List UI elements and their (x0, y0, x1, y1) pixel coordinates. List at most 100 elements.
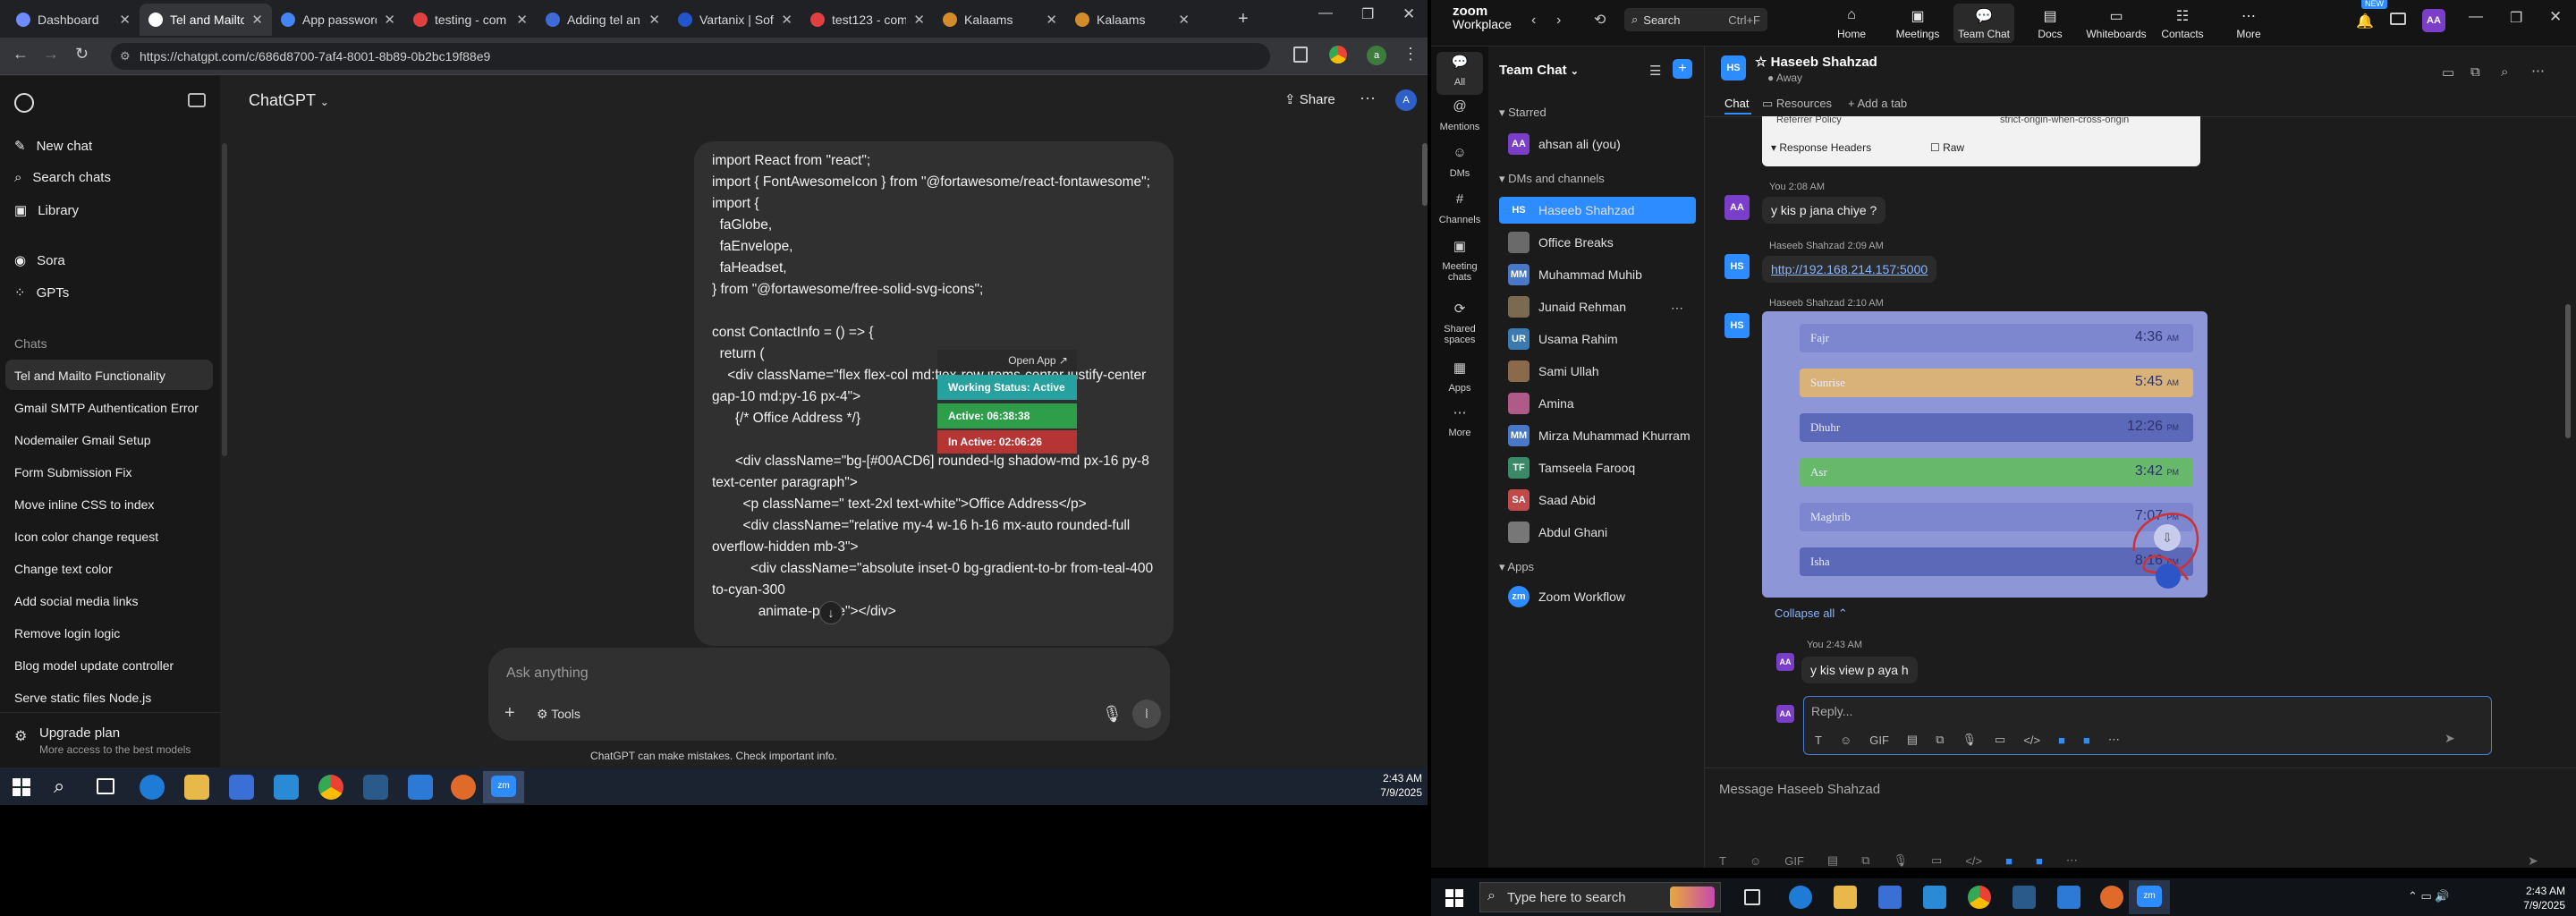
search-chats-button[interactable]: ⌕ Search chats (14, 170, 111, 185)
tab-close-icon[interactable]: ✕ (1178, 12, 1190, 28)
browser-tab[interactable]: Vartanix | Sof ✕ (669, 4, 801, 36)
contact-item[interactable]: Sami Ullah (1499, 358, 1696, 385)
sora-button[interactable]: ◉ Sora (14, 252, 65, 269)
chat-history-item[interactable]: Remove login logic (14, 626, 120, 640)
zoom-taskbar-active[interactable]: zm (483, 771, 524, 803)
code-icon[interactable]: </> (1965, 854, 1982, 868)
dms-heading[interactable]: ▾ DMs and channels (1499, 172, 1605, 186)
voice-mode-icon[interactable]: ⦚ (1132, 700, 1161, 728)
contact-item[interactable]: Amina (1499, 390, 1696, 417)
chat-history-item[interactable]: Icon color change request (14, 530, 158, 544)
browser-tab[interactable]: test123 - com ✕ (801, 4, 934, 36)
topnav-home[interactable]: ⌂ Home (1821, 7, 1882, 40)
chat-history-item[interactable]: Serve static files Node.js (14, 691, 151, 705)
starred-self-item[interactable]: AA ahsan ali (you) (1499, 131, 1696, 157)
topnav-contacts[interactable]: ☷ Contacts (2152, 7, 2213, 40)
chrome-taskbar-icon[interactable] (1968, 886, 1991, 909)
format-text-icon[interactable]: T (1719, 854, 1726, 868)
zoom-search-field[interactable]: ⌕ Search Ctrl+F (1624, 8, 1767, 31)
user-avatar[interactable]: AA (2422, 9, 2445, 32)
vscode-icon[interactable] (408, 775, 433, 800)
windows-start-icon[interactable] (1445, 889, 1463, 907)
message-bubble[interactable]: y kis view p aya h (1801, 657, 1918, 683)
mail-icon[interactable] (1923, 886, 1946, 909)
browser-tab[interactable]: Kalaams ✕ (934, 4, 1066, 36)
chrome-icon[interactable] (1329, 46, 1347, 64)
topnav-more[interactable]: ⋯ More (2218, 7, 2279, 40)
close-window-button[interactable]: ✕ (2549, 8, 2562, 26)
browser-tab[interactable]: App password ✕ (272, 4, 404, 36)
team-chat-title[interactable]: Team Chat ⌄ (1499, 63, 1579, 78)
audio-icon[interactable]: 🎙 (1962, 733, 1978, 747)
chat-history-item[interactable]: Blog model update controller (14, 658, 174, 673)
task-view-icon[interactable] (97, 778, 114, 794)
chat-history-item[interactable]: Move inline CSS to index (14, 497, 154, 512)
file-explorer-icon[interactable] (184, 775, 209, 800)
windows-start-icon[interactable] (13, 778, 30, 796)
prompt-input[interactable]: Ask anything (506, 666, 589, 682)
tab-close-icon[interactable]: ✕ (251, 12, 263, 28)
url-field[interactable]: ⚙ https://chatgpt.com/c/686d8700-7af4-80… (111, 43, 1270, 70)
file-icon[interactable]: ▤ (1827, 853, 1838, 868)
more-icon[interactable]: ⋯ (2066, 853, 2078, 868)
user-avatar[interactable]: A (1395, 89, 1417, 111)
topnav-docs[interactable]: ▤ Docs (2020, 7, 2080, 40)
menu-dots-icon[interactable]: ⋮ (1402, 45, 1419, 64)
message-input[interactable]: Message Haseeb Shahzad (1719, 782, 1880, 797)
tab-close-icon[interactable]: ✕ (119, 12, 131, 28)
chat-header-name[interactable]: ☆ Haseeb Shahzad (1755, 54, 1877, 70)
chat-history-item[interactable]: Add social media links (14, 594, 139, 608)
more-options-icon[interactable]: ⋯ (1360, 89, 1376, 108)
firefox-icon[interactable] (451, 775, 476, 800)
starred-heading[interactable]: ▾ Starred (1499, 106, 1546, 120)
windows-search-field[interactable]: ⌕ Type here to search (1479, 882, 1721, 912)
raw-checkbox[interactable]: ☐ Raw (1930, 141, 1964, 154)
file-explorer-icon[interactable] (1834, 886, 1857, 909)
rail-meeting-chats[interactable]: ▣ Meeting chats (1431, 238, 1488, 283)
emoji-icon[interactable]: ☺ (1750, 854, 1761, 868)
video-icon[interactable]: ▭ (1995, 733, 2005, 747)
message-link[interactable]: http://192.168.214.157:5000 (1762, 256, 1937, 283)
tray-icons[interactable]: ⌃ ▭ 🔊 (2408, 889, 2450, 903)
screenshot-icon[interactable]: ⧉ (1861, 853, 1869, 868)
contact-item[interactable]: UR Usama Rahim (1499, 326, 1696, 352)
format-text-icon[interactable]: T (1815, 734, 1822, 747)
back-icon[interactable]: ‹ (1531, 13, 1536, 29)
tab-close-icon[interactable]: ✕ (648, 12, 660, 28)
prayer-times-image[interactable]: Fajr 4:36 AM Sunrise 5:45 AM Dhuhr 12:26 PM As… (1762, 311, 2207, 598)
tab-close-icon[interactable]: ✕ (384, 12, 395, 28)
topnav-team-chat[interactable]: 💬 Team Chat (1953, 4, 2014, 43)
chat-search-icon[interactable]: ⌕ (2501, 64, 2508, 80)
contact-item[interactable]: SA Saad Abid (1499, 487, 1696, 513)
extension-icon[interactable] (1293, 47, 1308, 63)
rail-mentions[interactable]: @ Mentions (1431, 98, 1488, 132)
tab-close-icon[interactable]: ✕ (516, 12, 528, 28)
download-icon[interactable]: ⇩ (2154, 524, 2181, 551)
rail-dms[interactable]: ☺ DMs (1431, 145, 1488, 179)
firefox-icon[interactable] (2100, 886, 2123, 909)
fab-icon[interactable] (2156, 564, 2181, 589)
contact-more-icon[interactable]: ⋯ (1671, 301, 1683, 316)
rail-more[interactable]: ⋯ More (1431, 404, 1488, 438)
browser-tab[interactable]: Tel and Mailto ✕ (140, 4, 272, 36)
tab-close-icon[interactable]: ✕ (913, 12, 925, 28)
browser-tab[interactable]: testing - com ✕ (404, 4, 537, 36)
chat-more-icon[interactable]: ⋯ (2531, 63, 2545, 79)
response-headers-toggle[interactable]: ▾ Response Headers (1771, 141, 1871, 154)
emoji-icon[interactable]: ☺ (1840, 734, 1852, 747)
close-window-button[interactable]: ✕ (1402, 5, 1415, 23)
collapse-all-link[interactable]: Collapse all ⌃ (1775, 606, 1848, 621)
contact-item[interactable]: MM Muhammad Muhib (1499, 261, 1696, 288)
tab-resources[interactable]: ▭ Resources (1762, 97, 1832, 111)
maximize-button[interactable]: ❐ (2510, 9, 2522, 27)
forward-icon[interactable]: → (43, 45, 59, 64)
maximize-button[interactable]: ❐ (1361, 5, 1374, 23)
message-bubble[interactable]: y kis p jana chiye ? (1762, 197, 1886, 224)
zoom-taskbar-active[interactable]: zm (2129, 880, 2170, 914)
back-icon[interactable]: ← (13, 45, 29, 64)
search-taskbar-icon[interactable]: ⌕ (54, 775, 64, 798)
minimize-button[interactable]: — (2469, 9, 2483, 25)
share-button[interactable]: ⇪ Share (1284, 91, 1335, 107)
notification-bell-icon[interactable]: 🔔 (2356, 13, 2374, 30)
tools-button[interactable]: ⚙ Tools (537, 707, 580, 722)
